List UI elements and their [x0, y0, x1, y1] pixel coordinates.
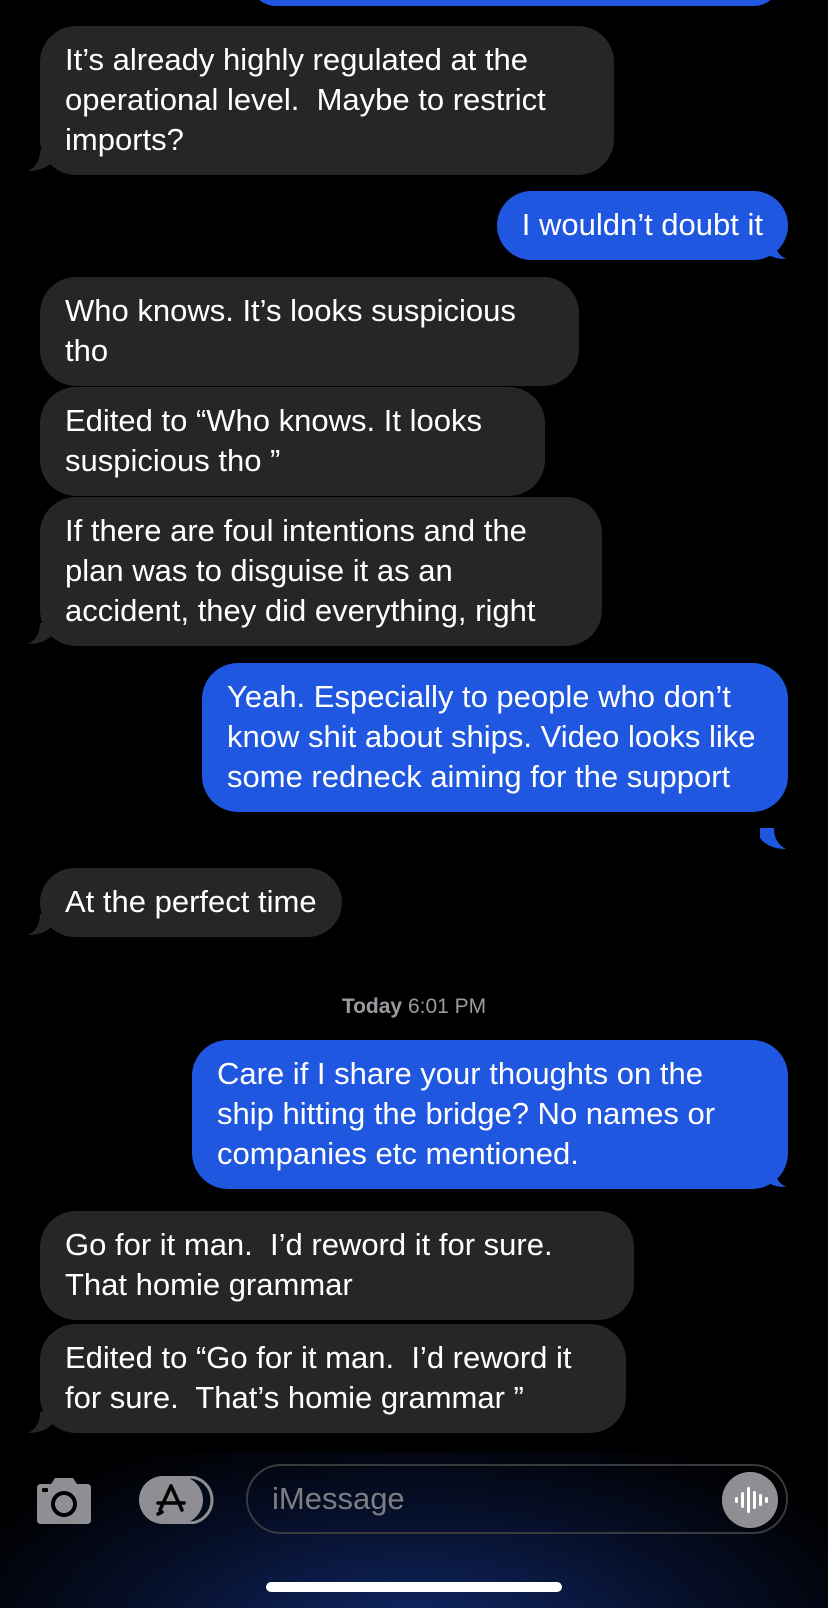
imessage-input[interactable]: [246, 1464, 788, 1534]
bubble-tail: [28, 150, 54, 171]
edited-notice-bubble[interactable]: Edited to “Go for it man. I’d reword it …: [40, 1324, 626, 1433]
bubble-tail: [760, 238, 786, 259]
bubble-tail: [760, 1166, 786, 1187]
voice-waveform-icon[interactable]: [722, 1472, 778, 1528]
bubble-tail: [760, 828, 786, 849]
app-store-icon[interactable]: [138, 1476, 214, 1524]
conversation-timestamp: Today 6:01 PM: [0, 995, 828, 1019]
received-message-bubble[interactable]: It’s already highly regulated at the ope…: [40, 26, 614, 175]
sent-message-bubble[interactable]: I wouldn’t doubt it: [496, 191, 788, 260]
message-thread[interactable]: It’s already highly regulated at the ope…: [0, 0, 828, 1450]
received-message-bubble[interactable]: Who knows. It’s looks suspicious tho: [40, 277, 579, 386]
timestamp-time: 6:01 PM: [407, 995, 487, 1018]
edited-notice-bubble[interactable]: Edited to “Who knows. It looks suspiciou…: [40, 387, 545, 496]
bubble-tail: [28, 1412, 54, 1433]
received-message-bubble[interactable]: At the perfect time: [40, 868, 342, 937]
home-indicator: [266, 1582, 562, 1592]
received-message-bubble[interactable]: If there are foul intentions and the pla…: [40, 497, 602, 646]
sent-message-bubble[interactable]: Care if I share your thoughts on the shi…: [192, 1040, 788, 1189]
sent-message-bubble-partial[interactable]: [250, 0, 780, 6]
bubble-tail: [28, 623, 54, 644]
sent-message-bubble[interactable]: Yeah. Especially to people who don’t kno…: [202, 663, 788, 812]
bubble-tail: [28, 914, 54, 935]
camera-icon[interactable]: [33, 1476, 95, 1526]
received-message-bubble[interactable]: Go for it man. I’d reword it for sure. T…: [40, 1211, 634, 1320]
timestamp-day: Today: [341, 995, 403, 1018]
